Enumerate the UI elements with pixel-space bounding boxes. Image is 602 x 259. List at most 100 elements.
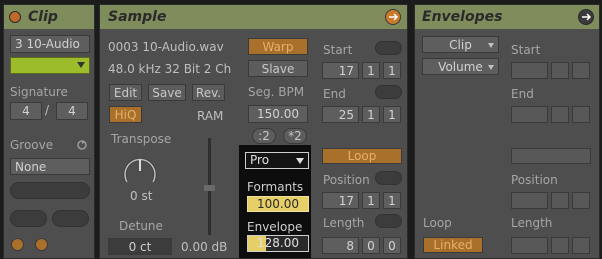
start-label: Start [323, 43, 353, 57]
reverse-button[interactable]: Rev. [192, 84, 225, 101]
env-start-sixteenth-field[interactable] [572, 62, 590, 79]
env-position-beat-field[interactable] [551, 192, 569, 209]
envelope-control-chooser[interactable]: Volume [422, 58, 499, 75]
gain-value: 0.00 dB [181, 240, 228, 254]
detune-field[interactable]: 0 ct [108, 238, 172, 255]
position-sixteenth-field[interactable]: 1 [383, 192, 401, 209]
envelope-label: Envelope [247, 220, 303, 234]
clip-nudge-back[interactable] [10, 210, 47, 227]
env-position-sixteenth-field[interactable] [572, 192, 590, 209]
quantize-icon[interactable] [35, 238, 48, 251]
position-label: Position [323, 173, 370, 187]
transpose-label: Transpose [111, 132, 172, 146]
length-label: Length [323, 216, 365, 230]
envelopes-menu-icon[interactable] [578, 9, 594, 25]
sample-info: 48.0 kHz 32 Bit 2 Ch [108, 62, 232, 76]
length-beat-field[interactable]: 0 [362, 237, 380, 254]
slave-button[interactable]: Slave [248, 60, 308, 77]
env-length-beat-field[interactable] [551, 237, 569, 254]
envelope-device-value: Clip [449, 38, 472, 52]
length-sixteenth-field[interactable]: 0 [383, 237, 401, 254]
env-start-beat-field[interactable] [551, 62, 569, 79]
clip-header: Clip [4, 5, 94, 29]
clip-title: Clip [28, 9, 58, 25]
detune-label: Detune [119, 219, 163, 233]
envelope-device-chooser[interactable]: Clip [422, 36, 499, 53]
sample-title: Sample [108, 9, 167, 25]
formants-field[interactable]: 100.00 [247, 196, 309, 212]
formants-label: Formants [247, 180, 304, 194]
end-sixteenth-field[interactable]: 1 [383, 106, 401, 123]
start-beat-field[interactable]: 1 [362, 62, 380, 79]
env-length-bar-field[interactable] [511, 237, 548, 254]
envelope-control-value: Volume [438, 60, 483, 74]
seg-bpm-label: Seg. BPM [248, 85, 305, 99]
end-bar-field[interactable]: 25 [322, 106, 359, 123]
env-end-sixteenth-field[interactable] [572, 106, 590, 123]
env-loop-label: Loop [423, 216, 452, 230]
sample-menu-icon[interactable] [385, 9, 401, 25]
linked-button[interactable]: Linked [423, 237, 483, 253]
env-start-label: Start [511, 43, 541, 57]
seg-bpm-field[interactable]: 150.00 [248, 105, 308, 123]
ram-toggle[interactable]: RAM [197, 109, 223, 123]
double-tempo-button[interactable]: *2 [283, 128, 307, 144]
edit-button[interactable]: Edit [109, 84, 142, 101]
position-bar-field[interactable]: 17 [322, 192, 359, 209]
signature-numerator[interactable]: 4 [10, 102, 42, 120]
groove-label: Groove [10, 138, 54, 152]
length-bar-field[interactable]: 8 [322, 237, 359, 254]
warp-mode-value: Pro [250, 153, 270, 167]
env-loop-bar[interactable] [511, 148, 591, 164]
save-button[interactable]: Save [148, 84, 186, 101]
groove-hotswap-icon[interactable] [76, 139, 88, 151]
launch-mode-icon[interactable] [11, 238, 24, 251]
sample-header: Sample [100, 5, 407, 29]
chevron-down-icon [296, 158, 304, 164]
start-sixteenth-field[interactable]: 1 [383, 62, 401, 79]
clip-nudge-forward[interactable] [52, 210, 89, 227]
hiq-button[interactable]: HiQ [109, 106, 142, 123]
end-set-button[interactable] [375, 85, 402, 99]
halve-tempo-button[interactable]: :2 [252, 128, 276, 144]
warp-mode-dropdown[interactable]: Pro [245, 152, 309, 169]
signature-denominator[interactable]: 4 [56, 102, 88, 120]
clip-color-dropdown[interactable] [10, 57, 90, 74]
end-label: End [323, 87, 346, 101]
transpose-knob[interactable] [120, 151, 160, 191]
warp-button[interactable]: Warp [248, 38, 308, 55]
position-beat-field[interactable]: 1 [362, 192, 380, 209]
chevron-down-icon [488, 43, 494, 48]
env-position-bar-field[interactable] [511, 192, 548, 209]
signature-slash: / [45, 103, 50, 117]
end-beat-field[interactable]: 1 [362, 106, 380, 123]
envelopes-header: Envelopes [415, 5, 599, 29]
position-set-button[interactable] [375, 171, 402, 185]
env-end-label: End [511, 87, 534, 101]
groove-selector[interactable]: None [10, 158, 90, 175]
chevron-down-icon [488, 65, 494, 70]
env-end-bar-field[interactable] [511, 106, 548, 123]
sample-filename: 0003 10-Audio.wav [108, 40, 224, 54]
signature-label: Signature [10, 85, 68, 99]
length-set-button[interactable] [375, 214, 402, 228]
transpose-value: 0 st [130, 189, 153, 203]
env-length-sixteenth-field[interactable] [572, 237, 590, 254]
start-set-button[interactable] [375, 41, 402, 55]
envelope-field[interactable]: 128.00 [247, 235, 309, 252]
env-start-bar-field[interactable] [511, 62, 548, 79]
env-end-beat-field[interactable] [551, 106, 569, 123]
loop-button[interactable]: Loop [322, 148, 402, 164]
envelopes-panel: Envelopes Clip Volume Start End Position… [414, 4, 600, 259]
env-length-label: Length [511, 216, 553, 230]
envelope-value: 128.00 [257, 236, 299, 250]
start-bar-field[interactable]: 17 [322, 62, 359, 79]
clip-name-field[interactable]: 3 10-Audio [10, 35, 90, 53]
envelopes-title: Envelopes [422, 9, 503, 25]
gain-slider-thumb[interactable] [204, 185, 215, 191]
clip-activator-icon[interactable] [9, 11, 21, 23]
clip-view: Clip 3 10-Audio Signature 4 / 4 Groove N… [0, 0, 602, 259]
groove-commit-slot[interactable] [10, 182, 90, 199]
env-position-label: Position [511, 173, 558, 187]
warp-mode-section: Pro Formants 100.00 Envelope 128.00 [239, 145, 311, 258]
